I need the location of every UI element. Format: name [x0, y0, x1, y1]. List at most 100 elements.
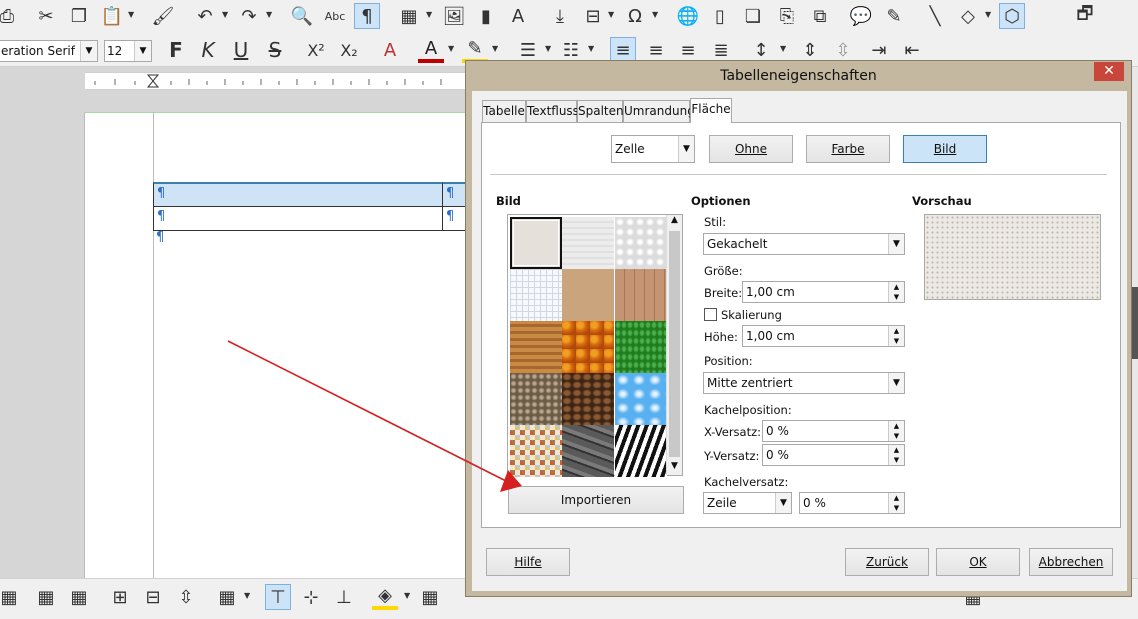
split-table-icon[interactable]: ⇳ — [173, 584, 199, 610]
align-top-icon[interactable]: ⊤ — [265, 584, 291, 610]
draw-functions-icon[interactable]: ⬡ — [999, 3, 1025, 29]
subscript-button[interactable]: X₂ — [336, 37, 362, 63]
page-break-icon[interactable]: ⤓ — [547, 3, 573, 29]
undo-icon[interactable]: ↶ — [192, 3, 218, 29]
tab-columns[interactable]: Spalten — [577, 100, 624, 122]
y-offset-spinner[interactable]: ▲ ▼ — [888, 445, 904, 465]
fill-color-button[interactable]: Farbe — [806, 135, 890, 163]
bitmap-tile-wooden[interactable] — [510, 321, 562, 373]
optimize-size-icon[interactable]: ▦ — [214, 584, 240, 610]
font-color-icon[interactable]: A — [418, 37, 444, 63]
table-cell[interactable]: ¶ — [153, 182, 443, 207]
tile-offset-select[interactable]: Zeile ▼ — [703, 492, 792, 514]
reset-button[interactable]: Zurück — [845, 548, 929, 576]
field-dropdown-icon[interactable]: ▼ — [608, 10, 614, 19]
copy-icon[interactable]: ❐ — [66, 3, 92, 29]
redo-icon[interactable]: ↷ — [236, 3, 262, 29]
clone-formatting-icon[interactable]: 🖌 — [150, 3, 176, 29]
bitmap-tile-sky[interactable] — [615, 373, 667, 425]
scale-checkbox[interactable] — [704, 308, 717, 321]
cancel-button[interactable]: Abbrechen — [1029, 548, 1113, 576]
ok-button[interactable]: OK — [936, 548, 1020, 576]
table-dropdown-icon[interactable]: ▼ — [426, 10, 432, 19]
center-vertically-icon[interactable]: ⊹ — [298, 584, 324, 610]
scrollbar-thumb[interactable] — [669, 231, 680, 457]
close-icon[interactable]: ✕ — [1094, 62, 1124, 81]
cut-icon[interactable]: ✂ — [33, 3, 59, 29]
footnote-icon[interactable]: ▯ — [707, 3, 733, 29]
scroll-down-icon[interactable]: ▼ — [667, 461, 682, 475]
width-field[interactable]: 1,00 cm ▲ ▼ — [742, 281, 905, 303]
textbox-icon[interactable]: A — [505, 3, 531, 29]
shapes-icon[interactable]: ◇ — [955, 3, 981, 29]
table-cell[interactable]: ¶ — [153, 206, 443, 231]
help-button[interactable]: Hilfe — [486, 548, 570, 576]
bitmap-tile-crumpled-paper[interactable] — [615, 217, 667, 269]
chevron-down-icon[interactable]: ▼ — [80, 41, 97, 61]
bitmap-tile-painted-white[interactable] — [510, 217, 562, 269]
table-cell-background-icon[interactable]: ◈ — [372, 584, 398, 610]
font-name-combo[interactable]: eration Serif ▼ — [0, 40, 98, 62]
tab-borders[interactable]: Umrandung — [623, 100, 695, 122]
chevron-down-icon[interactable]: ▼ — [888, 373, 904, 393]
hyperlink-icon[interactable]: 🌐 — [675, 3, 701, 29]
clear-formatting-icon[interactable]: A — [377, 37, 403, 63]
underline-button[interactable]: U — [228, 37, 254, 63]
tab-text-flow[interactable]: Textfluss — [526, 100, 579, 122]
special-character-dropdown-icon[interactable]: ▼ — [652, 10, 658, 19]
find-replace-icon[interactable]: 🔍 — [289, 3, 315, 29]
align-bottom-icon[interactable]: ⊥ — [331, 584, 357, 610]
font-size-combo[interactable]: 12 ▼ — [104, 40, 152, 62]
print-preview-icon[interactable]: ⎙ — [0, 3, 20, 29]
redo-dropdown-icon[interactable]: ▼ — [266, 10, 272, 19]
track-changes-icon[interactable]: ✎ — [881, 3, 907, 29]
scroll-up-icon[interactable]: ▲ — [667, 215, 682, 229]
bitmap-tile-paper-texture[interactable] — [562, 217, 614, 269]
height-field[interactable]: 1,00 cm ▲ ▼ — [742, 325, 905, 347]
bitmap-tile-fence[interactable] — [615, 269, 667, 321]
gallery-scrollbar[interactable]: ▲ ▼ — [666, 215, 682, 475]
bitmap-tile-graph-paper[interactable] — [510, 269, 562, 321]
sidebar-collapse-handle[interactable] — [1131, 287, 1138, 359]
superscript-button[interactable]: X² — [303, 37, 329, 63]
sidebar-icon[interactable]: 🗗 — [1072, 3, 1098, 29]
table-cell[interactable]: ¶ — [442, 182, 466, 207]
paste-dropdown-icon[interactable]: ▼ — [128, 10, 134, 19]
width-spinner[interactable]: ▲ ▼ — [888, 282, 904, 302]
strikethrough-button[interactable]: S — [262, 37, 288, 63]
chart-icon[interactable]: ▮ — [473, 3, 499, 29]
table-cell[interactable]: ¶ — [442, 206, 466, 231]
height-spinner[interactable]: ▲ ▼ — [888, 326, 904, 346]
chevron-down-icon[interactable]: ▼ — [888, 234, 904, 254]
split-cells-icon[interactable]: ⊟ — [140, 584, 166, 610]
bookmark-icon[interactable]: ⎘ — [774, 3, 800, 29]
undo-dropdown-icon[interactable]: ▼ — [222, 10, 228, 19]
position-select[interactable]: Mitte zentriert ▼ — [703, 372, 905, 394]
merge-cells-icon[interactable]: ⊞ — [107, 584, 133, 610]
numbering-dropdown-icon[interactable]: ▼ — [588, 44, 594, 53]
optimize-dropdown-icon[interactable]: ▼ — [244, 591, 250, 600]
bitmap-tile-autumn-leaves[interactable] — [562, 321, 614, 373]
fill-bitmap-button[interactable]: Bild — [903, 135, 987, 163]
cross-reference-icon[interactable]: ⧉ — [807, 3, 833, 29]
bullets-dropdown-icon[interactable]: ▼ — [545, 44, 551, 53]
bold-button[interactable]: F — [163, 37, 189, 63]
comment-icon[interactable]: 💬 — [848, 3, 874, 29]
bitmap-gallery[interactable] — [507, 214, 683, 477]
apply-to-select[interactable]: Zelle ▼ — [611, 135, 695, 163]
style-select[interactable]: Gekachelt ▼ — [703, 233, 905, 255]
italic-button[interactable]: K — [195, 37, 221, 63]
image-icon[interactable]: 🖼 — [441, 3, 467, 29]
import-button[interactable]: Importieren — [508, 486, 684, 514]
y-offset-field[interactable]: 0 % ▲ ▼ — [762, 444, 905, 466]
bitmap-tile-mosaic[interactable] — [510, 425, 562, 477]
endnote-icon[interactable]: ❏ — [740, 3, 766, 29]
chevron-down-icon[interactable]: ▼ — [134, 41, 151, 61]
borders-icon[interactable]: ▦ — [417, 584, 443, 610]
table-icon[interactable]: ▦ — [396, 3, 422, 29]
bitmap-tile-zebra[interactable] — [615, 425, 667, 477]
spelling-icon[interactable]: Abc — [322, 3, 348, 29]
bitmap-tile-parchment[interactable] — [562, 269, 614, 321]
line-icon[interactable]: ╲ — [922, 3, 948, 29]
delete-table-icon[interactable]: ▦ — [0, 584, 22, 610]
